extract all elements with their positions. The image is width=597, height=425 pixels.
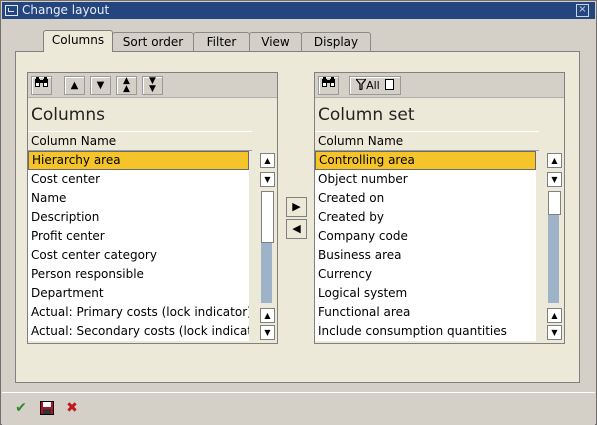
list-item[interactable]: Cost center category [28, 246, 249, 265]
tab-filter[interactable]: Filter [193, 32, 250, 51]
tab-label: Columns [51, 33, 105, 47]
triangle-right-icon: ▶ [292, 200, 301, 213]
triangle-up-icon: ▲ [551, 311, 558, 320]
double-down-icon: ▼ ▼ [149, 76, 156, 94]
funnel-icon [354, 78, 368, 91]
list-item[interactable]: Currency [315, 265, 536, 284]
change-layout-dialog: Change layout × Columns Sort order Filte… [0, 0, 597, 425]
list-item[interactable]: Actual: Primary costs (lock indicator) [28, 303, 249, 322]
scroll-up-button[interactable]: ▲ [260, 153, 275, 168]
triangle-down-icon: ▼ [551, 328, 558, 337]
tab-label: Display [313, 35, 359, 49]
tab-label: Sort order [122, 35, 184, 49]
scroll-up-button[interactable]: ▲ [260, 308, 275, 323]
tab-label: View [261, 35, 290, 49]
triangle-down-icon: ▼ [551, 175, 558, 184]
column-set-title: Column set [318, 105, 415, 125]
move-to-bottom-button[interactable]: ▼ ▼ [142, 76, 163, 95]
list-item[interactable]: Created by [315, 208, 536, 227]
scroll-down-button[interactable]: ▼ [260, 325, 275, 340]
list-item[interactable]: Actual: Secondary costs (lock indicator) [28, 322, 249, 341]
list-item[interactable]: Logical system [315, 284, 536, 303]
column-name-header[interactable]: Column Name [28, 131, 252, 151]
save-button[interactable] [38, 399, 56, 417]
column-name-header[interactable]: Column Name [315, 131, 539, 151]
list-item[interactable]: Department [28, 284, 249, 303]
confirm-button[interactable]: ✔ [12, 399, 30, 417]
scroll-down-button[interactable]: ▼ [547, 325, 562, 340]
filter-label: All [366, 79, 380, 92]
list-item[interactable]: Description [28, 208, 249, 227]
list-item[interactable]: Business area [315, 246, 536, 265]
binoculars-icon [35, 77, 48, 87]
list-item[interactable]: Object number [315, 170, 536, 189]
remove-column-button[interactable]: ◀ [286, 219, 307, 239]
checkmark-icon: ✔ [15, 400, 27, 416]
available-columns-list: Hierarchy area Cost center Name Descript… [28, 151, 249, 341]
triangle-up-icon: ▲ [551, 156, 558, 165]
tab-columns[interactable]: Columns [43, 30, 113, 52]
right-toolbar: All [315, 73, 564, 98]
double-up-icon: ▲ ▲ [123, 76, 130, 94]
right-scrollbar[interactable]: ▲ ▼ ▲ ▼ [545, 151, 562, 341]
find-button[interactable] [318, 76, 339, 95]
document-icon [384, 79, 394, 90]
find-button[interactable] [31, 76, 52, 95]
list-item[interactable]: Person responsible [28, 265, 249, 284]
triangle-up-icon: ▲ [70, 80, 79, 91]
scroll-thumb[interactable] [548, 191, 561, 215]
scroll-up-button[interactable]: ▲ [547, 308, 562, 323]
scroll-thumb[interactable] [261, 191, 274, 243]
move-down-button[interactable]: ▼ [90, 76, 111, 95]
columns-title: Columns [31, 105, 105, 125]
column-set-box: All Column set Column Name Controlling a… [314, 72, 565, 344]
cancel-x-icon: ✖ [66, 400, 78, 416]
scroll-track[interactable] [548, 215, 559, 303]
binoculars-icon [322, 77, 335, 87]
window-icon [5, 5, 18, 16]
list-item[interactable]: Profit center [28, 227, 249, 246]
list-item[interactable]: Cost center [28, 170, 249, 189]
triangle-down-icon: ▼ [264, 328, 271, 337]
list-item[interactable]: Name [28, 189, 249, 208]
move-to-top-button[interactable]: ▲ ▲ [116, 76, 137, 95]
list-item[interactable]: Hierarchy area [28, 151, 249, 170]
tab-view[interactable]: View [249, 32, 302, 51]
tab-label: Filter [206, 35, 237, 49]
available-columns-box: ▲ ▼ ▲ ▲ ▼ ▼ Columns Column Name Hierarchy … [27, 72, 278, 344]
scroll-up-button[interactable]: ▲ [547, 153, 562, 168]
scroll-down-button[interactable]: ▼ [260, 172, 275, 187]
list-item[interactable]: Controlling area [315, 151, 536, 170]
list-item[interactable]: Created on [315, 189, 536, 208]
tab-sort-order[interactable]: Sort order [112, 32, 194, 51]
triangle-down-icon: ▼ [96, 80, 105, 91]
scroll-down-button[interactable]: ▼ [547, 172, 562, 187]
floppy-disk-icon [40, 401, 54, 415]
list-item[interactable]: Functional area [315, 303, 536, 322]
move-up-button[interactable]: ▲ [64, 76, 85, 95]
list-item[interactable]: Company code [315, 227, 536, 246]
add-column-button[interactable]: ▶ [286, 197, 307, 217]
tab-display[interactable]: Display [301, 32, 371, 51]
title-bar: Change layout × [2, 2, 595, 19]
triangle-up-icon: ▲ [264, 156, 271, 165]
left-scrollbar[interactable]: ▲ ▼ ▲ ▼ [258, 151, 275, 341]
column-set-list: Controlling area Object number Created o… [315, 151, 536, 341]
cancel-button[interactable]: ✖ [63, 399, 81, 417]
window-title: Change layout [22, 3, 110, 17]
triangle-down-icon: ▼ [264, 175, 271, 184]
close-icon[interactable]: × [576, 4, 589, 17]
dialog-footer: ✔ ✖ [2, 392, 595, 425]
left-toolbar: ▲ ▼ ▲ ▲ ▼ ▼ [28, 73, 277, 98]
triangle-left-icon: ◀ [292, 222, 301, 235]
list-item[interactable]: Include consumption quantities [315, 322, 536, 341]
triangle-up-icon: ▲ [264, 311, 271, 320]
scroll-track[interactable] [261, 243, 272, 303]
filter-all-button[interactable]: All [349, 76, 401, 95]
